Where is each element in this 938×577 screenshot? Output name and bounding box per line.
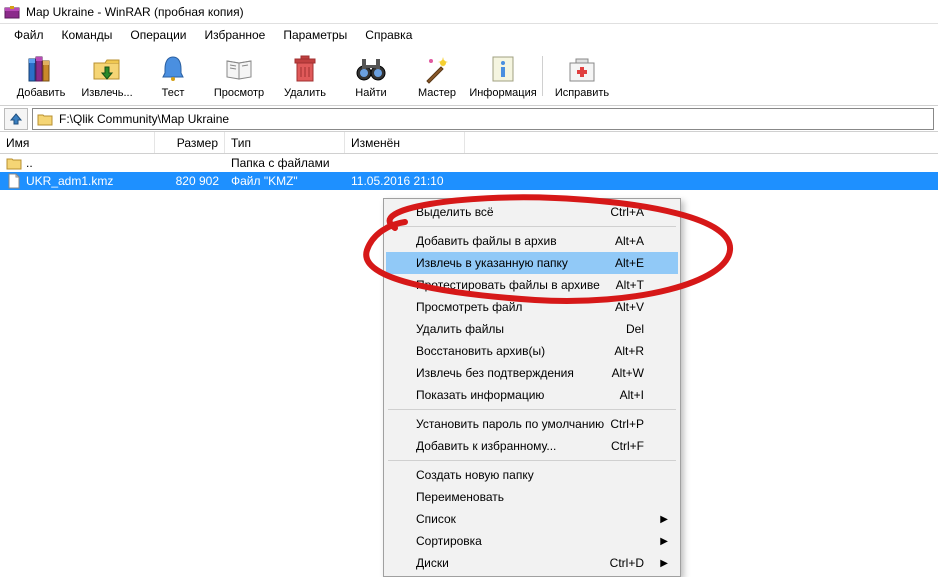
ctx-separator xyxy=(388,460,676,461)
delete-icon xyxy=(289,53,321,85)
delete-button[interactable]: Удалить xyxy=(272,48,338,104)
toolbar-separator xyxy=(542,56,543,96)
menu-commands[interactable]: Команды xyxy=(54,26,121,44)
extract-label: Извлечь... xyxy=(81,87,132,99)
find-button[interactable]: Найти xyxy=(338,48,404,104)
ctx-view-file[interactable]: Просмотреть файл Alt+V xyxy=(386,296,678,318)
menu-options[interactable]: Параметры xyxy=(275,26,355,44)
ctx-test-files[interactable]: Протестировать файлы в архиве Alt+T xyxy=(386,274,678,296)
binoculars-icon xyxy=(355,53,387,85)
ctx-select-all[interactable]: Выделить всё Ctrl+A xyxy=(386,201,678,223)
ctx-rename[interactable]: Переименовать xyxy=(386,486,678,508)
ctx-sort-submenu[interactable]: Сортировка ▶ xyxy=(386,530,678,552)
chevron-right-icon: ▶ xyxy=(660,558,668,569)
window-title: Map Ukraine - WinRAR (пробная копия) xyxy=(26,5,244,19)
ctx-create-folder[interactable]: Создать новую папку xyxy=(386,464,678,486)
chevron-right-icon: ▶ xyxy=(660,514,668,525)
ctx-delete-files[interactable]: Удалить файлы Del xyxy=(386,318,678,340)
col-size[interactable]: Размер xyxy=(155,132,225,153)
bell-icon xyxy=(157,53,189,85)
cell-mod-text: 11.05.2016 21:10 xyxy=(345,174,465,188)
app-icon xyxy=(4,4,20,20)
address-field[interactable]: F:\Qlik Community\Map Ukraine xyxy=(32,108,934,130)
file-row-selected[interactable]: UKR_adm1.kmz 820 902 Файл "KMZ" 11.05.20… xyxy=(0,172,938,190)
medkit-icon xyxy=(566,53,598,85)
cell-name-text: UKR_adm1.kmz xyxy=(26,174,113,188)
wizard-label: Мастер xyxy=(418,87,456,99)
add-button[interactable]: Добавить xyxy=(8,48,74,104)
go-up-button[interactable] xyxy=(4,108,28,130)
info-icon xyxy=(487,53,519,85)
repair-button[interactable]: Исправить xyxy=(549,48,615,104)
cell-type-text: Файл "KMZ" xyxy=(225,174,345,188)
add-label: Добавить xyxy=(17,87,66,99)
col-name[interactable]: Имя xyxy=(0,132,155,153)
view-label: Просмотр xyxy=(214,87,264,99)
cell-name-text: .. xyxy=(26,156,33,170)
file-list[interactable]: .. Папка с файлами UKR_adm1.kmz 820 902 … xyxy=(0,154,938,190)
ctx-disks-submenu[interactable]: Диски Ctrl+D ▶ xyxy=(386,552,678,574)
wizard-icon xyxy=(421,53,453,85)
repair-label: Исправить xyxy=(555,87,609,99)
book-open-icon xyxy=(223,53,255,85)
extract-button[interactable]: Извлечь... xyxy=(74,48,140,104)
toolbar: Добавить Извлечь... Тест Просмотр Удалит… xyxy=(0,46,938,106)
menu-favorites[interactable]: Избранное xyxy=(197,26,274,44)
col-modified[interactable]: Изменён xyxy=(345,132,465,153)
find-label: Найти xyxy=(355,87,386,99)
file-icon xyxy=(6,173,22,189)
info-button[interactable]: Информация xyxy=(470,48,536,104)
address-bar: F:\Qlik Community\Map Ukraine xyxy=(0,106,938,132)
ctx-repair-archives[interactable]: Восстановить архив(ы) Alt+R xyxy=(386,340,678,362)
arrow-up-icon xyxy=(9,112,23,126)
ctx-extract-no-confirm[interactable]: Извлечь без подтверждения Alt+W xyxy=(386,362,678,384)
ctx-add-favorites[interactable]: Добавить к избранному... Ctrl+F xyxy=(386,435,678,457)
ctx-show-info[interactable]: Показать информацию Alt+I xyxy=(386,384,678,406)
test-label: Тест xyxy=(162,87,185,99)
chevron-right-icon: ▶ xyxy=(660,536,668,547)
wizard-button[interactable]: Мастер xyxy=(404,48,470,104)
cell-size-text: 820 902 xyxy=(155,174,225,188)
address-path: F:\Qlik Community\Map Ukraine xyxy=(59,112,229,126)
folder-icon xyxy=(37,111,53,127)
cell-type-text: Папка с файлами xyxy=(225,156,345,170)
column-headers: Имя Размер Тип Изменён xyxy=(0,132,938,154)
ctx-add-to-archive[interactable]: Добавить файлы в архив Alt+A xyxy=(386,230,678,252)
test-button[interactable]: Тест xyxy=(140,48,206,104)
ctx-extract-to[interactable]: Извлечь в указанную папку Alt+E xyxy=(386,252,678,274)
ctx-list-submenu[interactable]: Список ▶ xyxy=(386,508,678,530)
col-type[interactable]: Тип xyxy=(225,132,345,153)
menu-operations[interactable]: Операции xyxy=(122,26,194,44)
ctx-separator xyxy=(388,409,676,410)
ctx-set-password[interactable]: Установить пароль по умолчанию Ctrl+P xyxy=(386,413,678,435)
delete-label: Удалить xyxy=(284,87,326,99)
folder-up-icon xyxy=(6,155,22,171)
folder-extract-icon xyxy=(91,53,123,85)
info-label: Информация xyxy=(469,87,536,99)
parent-dir-row[interactable]: .. Папка с файлами xyxy=(0,154,938,172)
titlebar: Map Ukraine - WinRAR (пробная копия) xyxy=(0,0,938,24)
menu-file[interactable]: Файл xyxy=(6,26,52,44)
menu-help[interactable]: Справка xyxy=(357,26,420,44)
ctx-separator xyxy=(388,226,676,227)
context-menu: Выделить всё Ctrl+A Добавить файлы в арх… xyxy=(383,198,681,577)
menubar: Файл Команды Операции Избранное Параметр… xyxy=(0,24,938,46)
books-icon xyxy=(25,53,57,85)
view-button[interactable]: Просмотр xyxy=(206,48,272,104)
